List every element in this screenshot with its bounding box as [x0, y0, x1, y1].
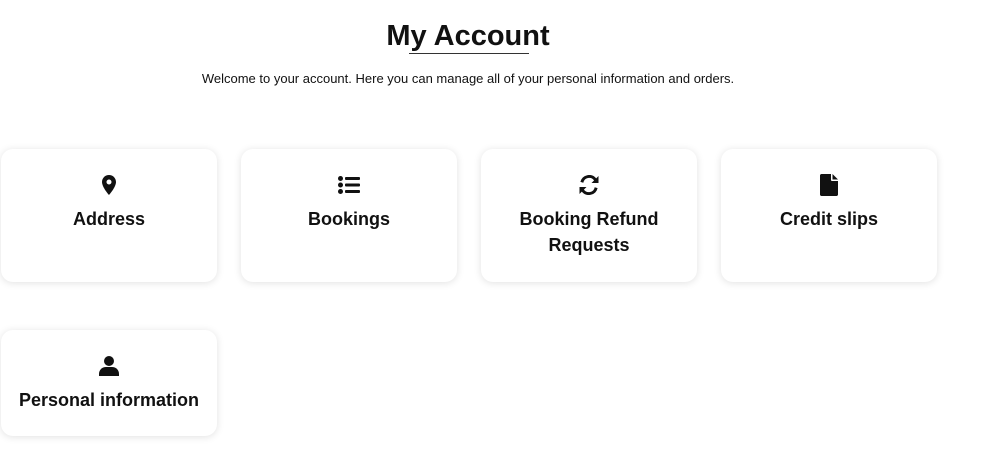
address-card[interactable]: Address — [1, 149, 217, 282]
credit-slips-label: Credit slips — [779, 209, 879, 229]
personal-information-card[interactable]: Personal information — [1, 330, 217, 436]
bookings-label: Bookings — [307, 209, 390, 229]
personal-information-label: Personal information — [18, 390, 200, 410]
title-underline — [409, 53, 529, 54]
page-title: My Account — [386, 20, 550, 52]
account-page: My Account Welcome to your account. Here… — [0, 0, 990, 453]
address-label: Address — [72, 209, 146, 229]
booking-refund-requests-card[interactable]: Booking Refund Requests — [481, 149, 697, 282]
file-icon — [818, 174, 840, 196]
page-subtitle: Welcome to your account. Here you can ma… — [201, 71, 735, 86]
refresh-icon — [578, 174, 600, 196]
bookings-card[interactable]: Bookings — [241, 149, 457, 282]
map-pin-icon — [98, 174, 120, 196]
booking-refund-requests-label: Booking Refund Requests — [519, 209, 659, 255]
list-icon — [338, 174, 360, 196]
credit-slips-card[interactable]: Credit slips — [721, 149, 937, 282]
user-icon — [98, 355, 120, 377]
